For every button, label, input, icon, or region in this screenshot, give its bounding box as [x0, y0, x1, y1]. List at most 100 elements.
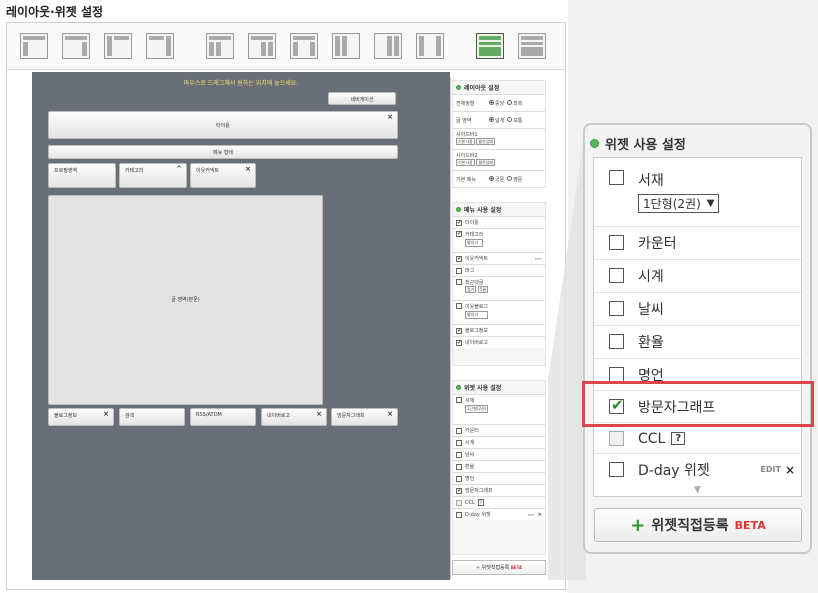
status-dot-icon: [456, 207, 461, 212]
widget-label: 메뉴 형태: [213, 150, 233, 156]
category-select[interactable]: 펼치기: [465, 239, 484, 247]
layout-option-2[interactable]: [62, 33, 90, 59]
close-icon[interactable]: ×: [538, 512, 542, 518]
layout-option-4[interactable]: [146, 33, 174, 59]
widget-item-label: 카운터: [638, 235, 677, 252]
sidebar1-state-select[interactable]: 펼친상태: [476, 138, 496, 145]
plus-icon: +: [630, 514, 646, 536]
register-label: 위젯직접등록: [651, 518, 729, 534]
checkbox[interactable]: [609, 235, 624, 250]
close-icon[interactable]: ×: [103, 410, 109, 418]
neighbor-select[interactable]: 펼치기: [465, 311, 489, 319]
close-icon[interactable]: ×: [245, 165, 251, 173]
widget-navi[interactable]: 네비게이션: [328, 92, 396, 105]
zoom-widget-list: 서재1단형(2권)▼ 카운터 시계 날씨 환율 명언 방문자그래프 CCL? D…: [593, 157, 802, 497]
close-icon[interactable]: ×: [785, 463, 795, 477]
checkbox[interactable]: [456, 339, 462, 346]
sidebar1-select[interactable]: 기본사용: [456, 138, 475, 145]
checkbox[interactable]: [456, 451, 462, 458]
sidebar2-select[interactable]: 기본사용: [456, 159, 475, 166]
layout-option-9[interactable]: [374, 33, 402, 59]
widget-category[interactable]: 카테고리 ^: [119, 163, 187, 188]
scroll-down-icon[interactable]: ▼: [594, 485, 801, 495]
checkbox[interactable]: [609, 334, 624, 349]
widget-bloginfo[interactable]: 블로그정보 ×: [48, 408, 114, 426]
help-icon[interactable]: ?: [477, 499, 484, 506]
checkbox[interactable]: [456, 475, 462, 482]
widget-navilogo[interactable]: 네이버로고 ×: [261, 408, 327, 426]
widget-menu[interactable]: 메뉴 형태: [48, 145, 398, 159]
register-widget-button-small[interactable]: + 위젯직접등록 BETA: [452, 560, 546, 575]
widget-rss[interactable]: RSS/ATOM: [190, 408, 256, 426]
close-icon[interactable]: ×: [387, 410, 393, 418]
edit-link[interactable]: EDIT: [528, 513, 535, 517]
checkbox[interactable]: [456, 279, 462, 285]
close-icon[interactable]: ×: [387, 113, 393, 121]
list-item: 서재 1단형(2권) ▼: [594, 158, 801, 216]
layout-option-1[interactable]: [20, 33, 48, 59]
layout-option-3[interactable]: [104, 33, 132, 59]
checkbox[interactable]: [609, 170, 624, 185]
checkbox[interactable]: [456, 327, 462, 334]
layout-option-8[interactable]: [332, 33, 360, 59]
comment-fold-select[interactable]: 접기: [465, 286, 477, 293]
width-wide-radio[interactable]: 넓게: [489, 116, 504, 124]
menu-korean-radio[interactable]: 국문: [489, 175, 504, 183]
widget-item-label: 서재: [465, 398, 475, 404]
register-widget-button[interactable]: + 위젯직접등록 BETA: [594, 508, 802, 542]
widget-label: 카테고리: [125, 168, 144, 174]
checkbox[interactable]: [456, 511, 462, 518]
library-select[interactable]: 1단형(2권) ▼: [638, 194, 720, 213]
edit-link[interactable]: EDIT: [535, 257, 542, 261]
list-item: D-day 위젯 EDIT ×: [594, 453, 801, 485]
widget-item-label: 카운터: [465, 428, 479, 434]
widget-profile[interactable]: 프로필영역: [48, 163, 116, 188]
layout-option-6[interactable]: [248, 33, 276, 59]
widget-item-label: CCL: [638, 430, 666, 447]
checkbox[interactable]: [456, 463, 462, 470]
checkbox[interactable]: [456, 303, 462, 309]
sidebar2-state-select[interactable]: 펼친상태: [476, 159, 496, 166]
list-item: 시계: [594, 259, 801, 291]
checkbox[interactable]: [456, 255, 462, 262]
library-select[interactable]: 1단형(2권): [465, 405, 489, 413]
checkbox[interactable]: [609, 301, 624, 316]
section-title: 위젯 사용 설정: [605, 138, 686, 153]
width-normal-radio[interactable]: 보통: [507, 116, 522, 124]
layout-option-12[interactable]: [518, 33, 546, 59]
checkbox[interactable]: [609, 431, 624, 446]
chevron-down-icon: ▼: [706, 198, 715, 209]
comment-lines-select[interactable]: 5줄: [477, 286, 489, 293]
checkbox[interactable]: [456, 230, 462, 237]
widget-visitgraph[interactable]: 방문자그래프 ×: [331, 408, 398, 426]
checkbox[interactable]: [609, 462, 624, 477]
checkbox[interactable]: [456, 427, 462, 434]
align-center-radio[interactable]: 중앙: [489, 99, 504, 107]
menu-item-label: 블로그정보: [465, 328, 489, 334]
status-dot-icon: [456, 385, 461, 390]
checkbox[interactable]: [609, 268, 624, 283]
widget-body[interactable]: 글 영역(본문): [48, 195, 323, 405]
radio-label: 좌측: [513, 100, 523, 107]
layout-option-5[interactable]: [206, 33, 234, 59]
checkbox[interactable]: [456, 487, 462, 494]
layout-option-10[interactable]: [416, 33, 444, 59]
checkbox[interactable]: [456, 499, 462, 506]
widget-item-label: 날씨: [638, 301, 664, 318]
checkbox[interactable]: [456, 397, 462, 403]
align-left-radio[interactable]: 좌측: [507, 99, 523, 107]
widget-title[interactable]: 타이틀 ×: [48, 111, 398, 139]
help-icon[interactable]: ?: [671, 432, 686, 445]
checkbox[interactable]: [456, 267, 462, 274]
chevron-up-icon[interactable]: ^: [176, 165, 182, 173]
widget-echo[interactable]: 이웃커넥트 ×: [190, 163, 256, 188]
checkbox[interactable]: [609, 367, 624, 382]
menu-english-radio[interactable]: 영문: [507, 175, 522, 183]
edit-link[interactable]: EDIT: [760, 465, 781, 474]
checkbox[interactable]: [456, 219, 462, 226]
checkbox[interactable]: [456, 439, 462, 446]
close-icon[interactable]: ×: [316, 410, 322, 418]
layout-option-7[interactable]: [290, 33, 318, 59]
widget-search[interactable]: 검색: [119, 408, 185, 426]
layout-option-11[interactable]: [476, 33, 504, 59]
